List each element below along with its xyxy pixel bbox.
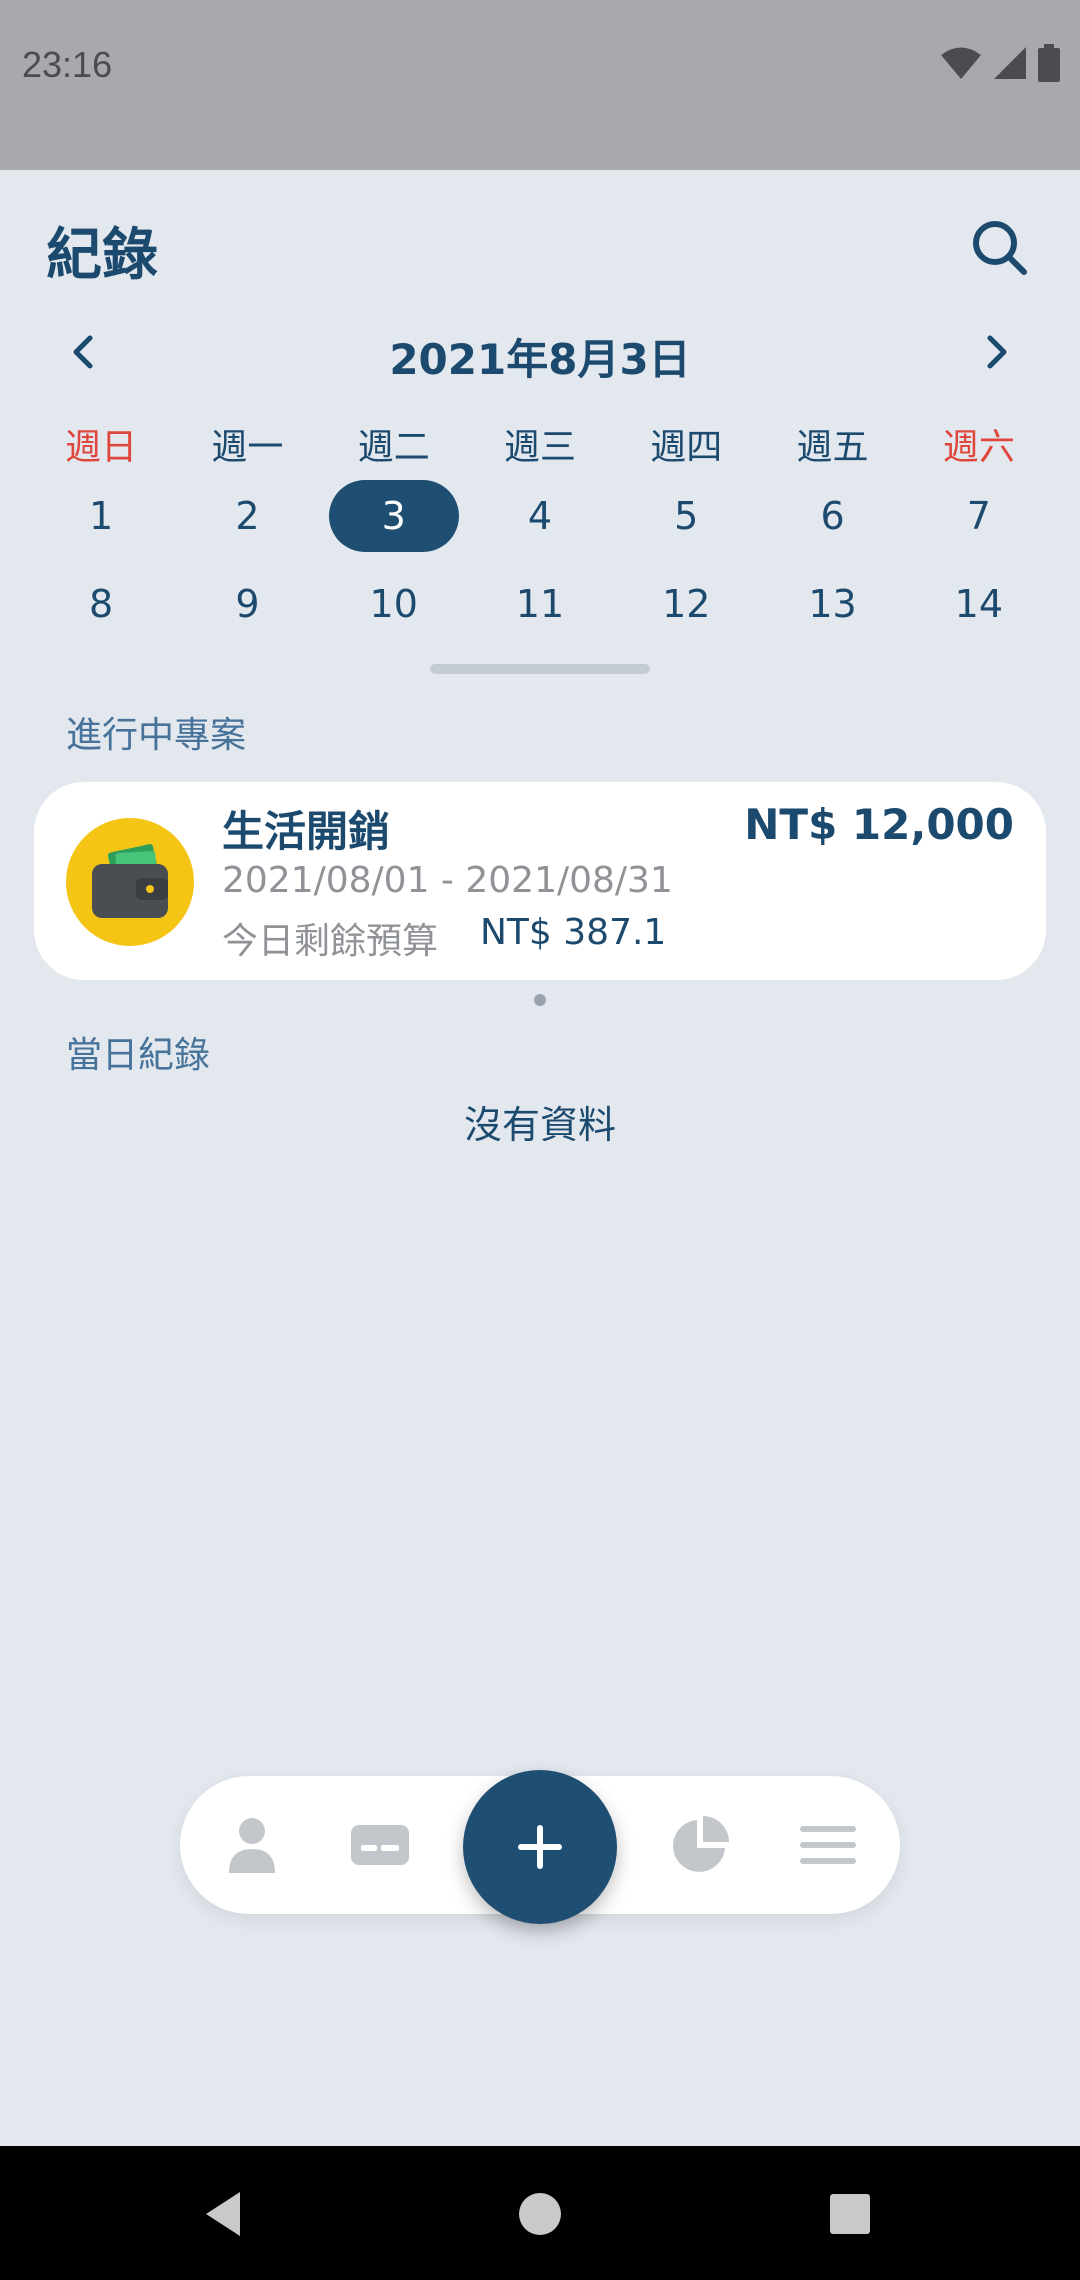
calendar-day[interactable]: 2	[182, 480, 312, 552]
weekday-label: 週二	[357, 427, 430, 468]
daily-section-label: 當日紀錄	[66, 1035, 211, 1076]
recents-icon[interactable]	[822, 2186, 878, 2242]
weekday-label: 週五	[796, 427, 869, 468]
weekday-label: 週三	[503, 427, 576, 468]
weekday-label: 週一	[211, 427, 284, 468]
calendar-day[interactable]: 11	[475, 568, 605, 640]
month-navigation: 2021年8月3日	[0, 318, 1080, 388]
search-icon[interactable]	[968, 216, 1032, 280]
empty-state-text: 沒有資料	[463, 1103, 616, 1147]
project-date-range: 2021/08/01 - 2021/08/31	[222, 860, 673, 901]
calendar-day[interactable]: 14	[914, 568, 1044, 640]
page-title: 紀錄	[46, 223, 158, 288]
back-icon[interactable]	[196, 2186, 252, 2242]
calendar-day[interactable]: 13	[768, 568, 898, 640]
nav-accounts[interactable]	[344, 1809, 416, 1881]
home-icon[interactable]	[512, 2186, 568, 2242]
calendar-day[interactable]: 5	[621, 480, 751, 552]
chevron-right-icon[interactable]	[972, 328, 1020, 376]
battery-icon	[1038, 44, 1060, 82]
calendar-day[interactable]: 12	[621, 568, 751, 640]
signal-icon	[994, 47, 1026, 79]
add-record-button[interactable]	[463, 1770, 617, 1924]
calendar-week: 1 2 3 4 5 6 7	[28, 480, 1052, 552]
pie-chart-icon	[673, 1816, 729, 1872]
status-icons	[940, 44, 1060, 82]
status-time: 23:16	[22, 44, 113, 85]
menu-icon	[800, 1826, 856, 1864]
project-amount: NT$ 12,000	[744, 800, 1014, 849]
nav-menu[interactable]	[792, 1809, 864, 1881]
calendar-week: 8 9 10 11 12 13 14	[28, 568, 1052, 640]
weekday-label: 週四	[650, 427, 723, 468]
person-icon	[229, 1818, 275, 1873]
project-card[interactable]: 生活開銷 NT$ 12,000 2021/08/01 - 2021/08/31 …	[34, 782, 1046, 980]
project-name: 生活開銷	[222, 807, 391, 856]
calendar-day[interactable]: 8	[36, 568, 166, 640]
calendar-day-selected[interactable]: 3	[328, 480, 459, 552]
calendar-day[interactable]: 10	[329, 568, 459, 640]
calendar-day[interactable]: 6	[768, 480, 898, 552]
nav-statistics[interactable]	[664, 1809, 736, 1881]
calendar-day[interactable]: 7	[914, 480, 1044, 552]
weekday-label: 週日	[65, 427, 138, 468]
weekday-label: 週六	[942, 427, 1015, 468]
weekday-header: 週日 週一 週二 週三 週四 週五 週六	[28, 418, 1052, 470]
remaining-budget-value: NT$ 387.1	[480, 912, 667, 953]
calendar-day[interactable]: 1	[36, 480, 166, 552]
system-navigation-bar	[0, 2146, 1080, 2280]
projects-section-label: 進行中專案	[66, 715, 247, 756]
status-bar: 23:16	[0, 0, 1080, 170]
calendar-day[interactable]: 4	[475, 480, 605, 552]
wifi-icon	[941, 47, 981, 79]
nav-profile[interactable]	[216, 1809, 288, 1881]
calendar-day[interactable]: 9	[182, 568, 312, 640]
remaining-budget-label: 今日剩餘預算	[222, 921, 439, 962]
add-icon	[518, 1825, 562, 1869]
pager-indicator	[534, 994, 546, 1006]
wallet-icon	[66, 818, 194, 946]
calendar-drag-handle[interactable]	[430, 664, 650, 674]
current-date-label: 2021年8月3日	[389, 335, 691, 384]
card-icon	[351, 1825, 409, 1865]
